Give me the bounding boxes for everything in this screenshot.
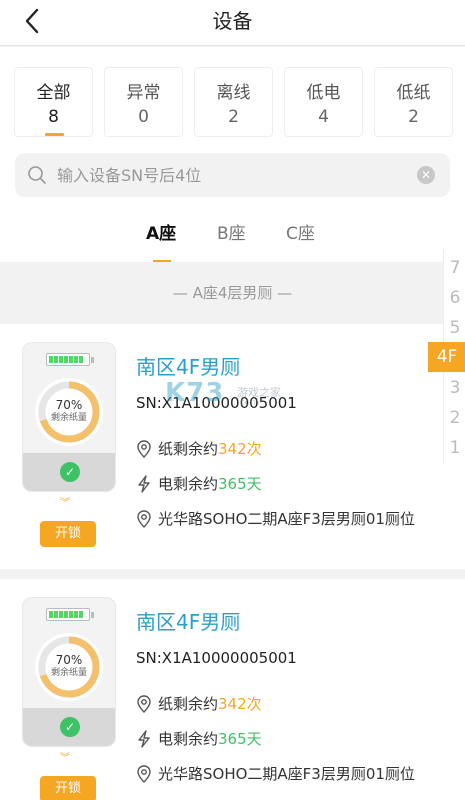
floor-index: 7 6 5 4F 3 2 1 bbox=[428, 250, 465, 465]
device-name: 南区4F男厕 bbox=[136, 355, 241, 379]
paper-level: 70% 剩余纸量 bbox=[33, 653, 105, 679]
filter-count: 0 bbox=[138, 107, 149, 127]
paper-value: 342次 bbox=[218, 440, 262, 458]
unlock-button[interactable]: 开锁 bbox=[40, 776, 96, 800]
paper-percent: 70% bbox=[55, 398, 83, 412]
location-pin-icon bbox=[137, 440, 151, 458]
watermark-line2: .com bbox=[237, 398, 260, 408]
device-sn: SN:X1A10000005001 bbox=[136, 649, 297, 667]
tab-label: C座 bbox=[286, 224, 315, 244]
location-pin-icon bbox=[137, 765, 151, 783]
filter-label: 全部 bbox=[36, 83, 71, 103]
filter-count: 2 bbox=[228, 107, 239, 127]
search-input[interactable] bbox=[57, 160, 407, 190]
address-text: 光华路SOHO二期A座F3层男厕01厕位 bbox=[158, 765, 415, 783]
filter-label: 异常 bbox=[126, 83, 161, 103]
device-illustration: 70% 剩余纸量 ✓ bbox=[22, 342, 116, 492]
filter-label: 低电 bbox=[306, 83, 341, 103]
filter-low-power[interactable]: 低电 4 bbox=[284, 67, 363, 137]
lightning-icon bbox=[138, 475, 150, 493]
paper-percent-label: 剩余纸量 bbox=[50, 413, 87, 423]
power-value: 365天 bbox=[218, 730, 262, 748]
floor-index-item[interactable]: 2 bbox=[444, 403, 465, 433]
tab-building-a[interactable]: A座 bbox=[146, 222, 177, 263]
floor-index-item[interactable]: 1 bbox=[444, 433, 465, 463]
search-bar: ✕ bbox=[15, 153, 450, 197]
check-circle-icon: ✓ bbox=[60, 717, 80, 737]
status-filters: 全部 8 异常 0 离线 2 低电 4 低纸 2 bbox=[14, 67, 465, 137]
address-text: 光华路SOHO二期A座F3层男厕01厕位 bbox=[158, 510, 415, 528]
building-tabs: A座 B座 C座 bbox=[0, 217, 465, 263]
filter-label: 离线 bbox=[216, 83, 251, 103]
device-card[interactable]: 70% 剩余纸量 ✓ ︾ 开锁 南区4F男厕 SN:X1A10000005001… bbox=[0, 324, 465, 569]
unlock-button[interactable]: 开锁 bbox=[40, 521, 96, 547]
location-pin-icon bbox=[137, 695, 151, 713]
paper-level: 70% 剩余纸量 bbox=[33, 398, 105, 424]
paper-percent-label: 剩余纸量 bbox=[50, 668, 87, 678]
page-title: 设备 bbox=[212, 9, 253, 33]
floor-index-item-active[interactable]: 4F bbox=[428, 342, 465, 372]
power-prefix: 电剩余约 bbox=[158, 475, 219, 493]
location-pin-icon bbox=[137, 510, 151, 528]
floor-index-item[interactable]: 5 bbox=[444, 313, 465, 343]
filter-low-paper[interactable]: 低纸 2 bbox=[374, 67, 453, 137]
power-value: 365天 bbox=[218, 475, 262, 493]
tab-label: B座 bbox=[217, 224, 246, 244]
filter-all[interactable]: 全部 8 bbox=[14, 67, 93, 137]
chevron-down-icon: ︾ bbox=[60, 498, 70, 509]
paper-prefix: 纸剩余约 bbox=[158, 440, 219, 458]
chevron-down-icon: ︾ bbox=[60, 753, 70, 764]
watermark-brand: K73 bbox=[165, 378, 225, 408]
nav-bar: 设备 bbox=[0, 0, 465, 46]
check-circle-icon: ✓ bbox=[60, 462, 80, 482]
floor-index-item[interactable]: 7 bbox=[444, 253, 465, 283]
lightning-icon bbox=[138, 730, 150, 748]
filter-label: 低纸 bbox=[396, 83, 431, 103]
filter-offline[interactable]: 离线 2 bbox=[194, 67, 273, 137]
search-icon bbox=[28, 166, 46, 184]
clear-icon[interactable]: ✕ bbox=[417, 166, 435, 184]
device-illustration: 70% 剩余纸量 ✓ bbox=[22, 597, 116, 747]
floor-index-item[interactable]: 6 bbox=[444, 283, 465, 313]
tab-building-b[interactable]: B座 bbox=[217, 222, 246, 246]
active-underline bbox=[45, 133, 64, 136]
device-name: 南区4F男厕 bbox=[136, 610, 241, 634]
filter-panel: 全部 8 异常 0 离线 2 低电 4 低纸 2 ✕ A座 bbox=[0, 47, 465, 263]
filter-count: 4 bbox=[318, 107, 329, 127]
tab-label: A座 bbox=[146, 224, 177, 244]
watermark-logo: K73 游戏之家 .com bbox=[165, 378, 305, 418]
device-card[interactable]: 70% 剩余纸量 ✓ ︾ 开锁 南区4F男厕 SN:X1A10000005001… bbox=[0, 579, 465, 800]
filter-count: 2 bbox=[408, 107, 419, 127]
filter-abnormal[interactable]: 异常 0 bbox=[104, 67, 183, 137]
power-prefix: 电剩余约 bbox=[158, 730, 219, 748]
device-base: ✓ bbox=[23, 453, 115, 491]
section-header: — A座4层男厕 — bbox=[0, 262, 465, 324]
battery-icon bbox=[46, 353, 94, 366]
battery-icon bbox=[46, 608, 94, 621]
paper-prefix: 纸剩余约 bbox=[158, 695, 219, 713]
paper-value: 342次 bbox=[218, 695, 262, 713]
filter-count: 8 bbox=[48, 107, 59, 127]
floor-index-item[interactable]: 3 bbox=[444, 373, 465, 403]
paper-percent: 70% bbox=[55, 653, 83, 667]
device-base: ✓ bbox=[23, 708, 115, 746]
tab-building-c[interactable]: C座 bbox=[286, 222, 315, 246]
